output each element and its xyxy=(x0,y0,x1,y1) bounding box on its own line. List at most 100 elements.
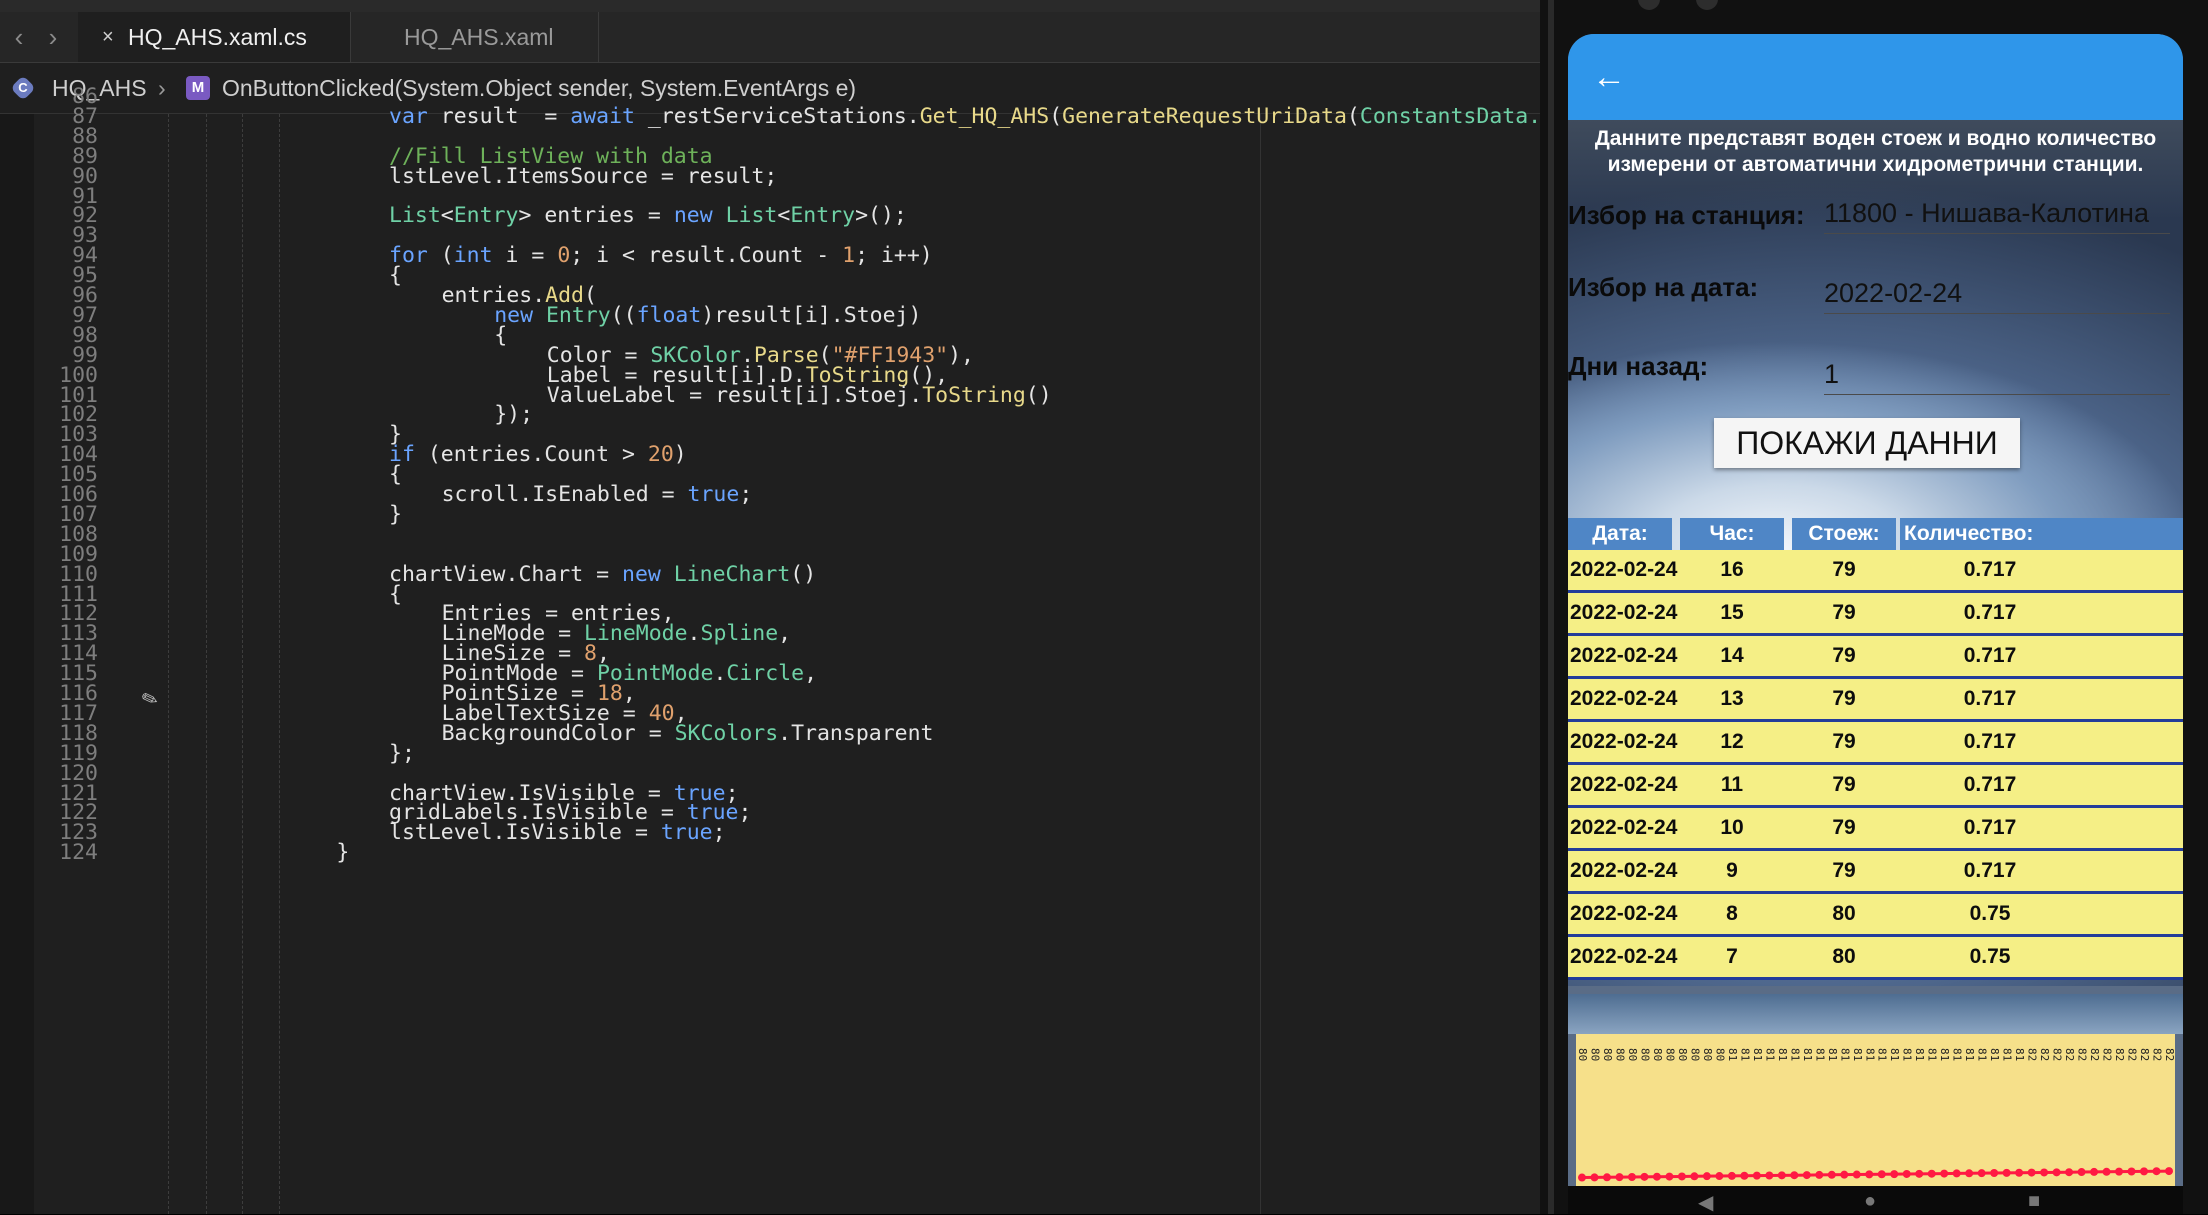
chart-point xyxy=(2040,1168,2049,1177)
table-row[interactable]: 2022-02-24 16 79 0.717 xyxy=(1568,550,2183,593)
back-arrow-icon[interactable]: ← xyxy=(1590,58,1628,96)
chart-point xyxy=(1902,1169,1911,1178)
code-line: var result = await _restServiceStations.… xyxy=(389,103,1540,129)
cell-level: 79 xyxy=(1832,730,1856,753)
chart-point-label: 80 xyxy=(1676,1048,1689,1061)
line-number: 124 xyxy=(59,840,98,866)
code-area[interactable]: 86 87 88 89 90 91 92 93 94 95 96 97 98 99 100 101 102 103… xyxy=(34,84,1540,1214)
table-row[interactable]: 2022-02-24 13 79 0.717 xyxy=(1568,679,2183,722)
indent-guide xyxy=(242,114,243,1214)
chart-point xyxy=(1715,1172,1724,1181)
cell-quantity: 0.717 xyxy=(1963,687,2017,710)
chart-point-label: 81 xyxy=(1876,1048,1889,1061)
chart-point-label: 82 xyxy=(2113,1048,2126,1061)
chart-point-label: 81 xyxy=(1726,1048,1739,1061)
chart-point-label: 82 xyxy=(2076,1048,2089,1061)
chart-point-label: 81 xyxy=(1976,1048,1989,1061)
chart-point-label: 82 xyxy=(2126,1048,2139,1061)
chart-point xyxy=(1815,1170,1824,1179)
tab-hq-ahs-xaml-cs[interactable]: × HQ_AHS.xaml.cs xyxy=(78,12,351,62)
navigation-bar: ◀ ● ■ xyxy=(1568,1186,2183,1214)
edit-pencil-icon: ✎ xyxy=(137,682,161,714)
status-bar xyxy=(1568,0,2188,34)
chart-point-label: 82 xyxy=(2038,1048,2051,1061)
table-row[interactable]: 2022-02-24 10 79 0.717 xyxy=(1568,808,2183,851)
editor-gutter xyxy=(0,114,34,1214)
chart-point-label: 82 xyxy=(2026,1048,2039,1061)
table-row[interactable]: 2022-02-24 11 79 0.717 xyxy=(1568,765,2183,808)
chart-point-label: 81 xyxy=(1951,1048,1964,1061)
chart-point xyxy=(1940,1169,1949,1178)
column-ruler xyxy=(1260,114,1261,1214)
app-screen: ← Данните представят воден стоеж и водно… xyxy=(1568,34,2183,1186)
cell-level: 79 xyxy=(1832,644,1856,667)
code-line: scroll.IsEnabled = true; xyxy=(441,482,753,507)
show-data-button[interactable]: ПОКАЖИ ДАННИ xyxy=(1714,418,2020,468)
chart-point-label: 81 xyxy=(1863,1048,1876,1061)
chart-point xyxy=(1890,1170,1899,1179)
indent-guide xyxy=(279,114,280,1214)
nav-home-icon[interactable]: ● xyxy=(1864,1190,1876,1213)
cell-date: 2022-02-24 xyxy=(1570,687,1678,710)
nav-recents-icon[interactable]: ■ xyxy=(2028,1190,2040,1213)
chart-point xyxy=(2077,1168,2086,1177)
date-picker[interactable]: 2022-02-24 xyxy=(1824,278,2170,314)
chart-point xyxy=(2115,1167,2124,1176)
chart-point xyxy=(1852,1170,1861,1179)
days-back-label: Дни назад: xyxy=(1568,351,1709,381)
code-line: chartView.Chart = new LineChart() xyxy=(389,561,817,587)
chart-point-label: 80 xyxy=(1601,1048,1614,1061)
chart-point xyxy=(1640,1172,1649,1181)
close-tab-icon[interactable]: × xyxy=(102,12,114,62)
cell-date: 2022-02-24 xyxy=(1570,730,1678,753)
breadcrumb-method[interactable]: OnButtonClicked(System.Object sender, Sy… xyxy=(222,75,856,102)
chart-point-label: 81 xyxy=(1851,1048,1864,1061)
chart-point-label: 82 xyxy=(2163,1048,2175,1061)
chart-point xyxy=(2140,1167,2149,1176)
intro-text: Данните представят воден стоеж и водно к… xyxy=(1568,126,2183,178)
chart-point-label: 80 xyxy=(1713,1048,1726,1061)
station-picker[interactable]: 11800 - Нишава-Калотина xyxy=(1824,198,2170,234)
nav-back-icon[interactable]: ◀ xyxy=(1698,1190,1713,1215)
back-arrow-icon[interactable]: ‹ xyxy=(8,24,30,50)
station-label: Избор на станция: xyxy=(1568,200,1805,230)
chart-point xyxy=(1765,1171,1774,1180)
chart-point-label: 80 xyxy=(1701,1048,1714,1061)
tab-label: HQ_AHS.xaml xyxy=(404,24,554,50)
chart-point-label: 81 xyxy=(1826,1048,1839,1061)
code-line: { xyxy=(389,462,402,488)
table-row[interactable]: 2022-02-24 8 80 0.75 xyxy=(1568,894,2183,937)
chart-point-label: 81 xyxy=(1913,1048,1926,1061)
chart-point xyxy=(2152,1167,2161,1176)
forward-arrow-icon[interactable]: › xyxy=(42,24,64,50)
cell-quantity: 0.75 xyxy=(1969,902,2011,925)
table-row[interactable]: 2022-02-24 14 79 0.717 xyxy=(1568,636,2183,679)
camera-dot-icon xyxy=(1638,0,1660,10)
table-row[interactable]: 2022-02-24 7 80 0.75 xyxy=(1568,937,2183,980)
chart-point-label: 80 xyxy=(1613,1048,1626,1061)
days-back-input[interactable]: 1 xyxy=(1824,359,2170,395)
chart-point-label: 81 xyxy=(1763,1048,1776,1061)
chart-point-label: 81 xyxy=(1988,1048,2001,1061)
chart-point xyxy=(1865,1170,1874,1179)
table-row[interactable]: 2022-02-24 9 79 0.717 xyxy=(1568,851,2183,894)
cell-quantity: 0.717 xyxy=(1963,773,2017,796)
code-line: } xyxy=(389,501,402,527)
table-row[interactable]: 2022-02-24 12 79 0.717 xyxy=(1568,722,2183,765)
chart-point xyxy=(1677,1172,1686,1181)
table-row[interactable]: 2022-02-24 15 79 0.717 xyxy=(1568,593,2183,636)
date-label: Избор на дата: xyxy=(1568,272,1759,302)
code-line: List<Entry> entries = new List<Entry>(); xyxy=(389,203,907,229)
code-line: lstLevel.ItemsSource = result; xyxy=(389,163,778,189)
chart-point-label: 80 xyxy=(1663,1048,1676,1061)
cell-level: 79 xyxy=(1832,687,1856,710)
chart-point xyxy=(1927,1169,1936,1178)
cell-quantity: 0.717 xyxy=(1963,558,2017,581)
chart-point-label: 81 xyxy=(1963,1048,1976,1061)
data-list[interactable]: 2022-02-24 16 79 0.717 2022-02-24 15 79 0.717 20… xyxy=(1568,550,2183,992)
window-top-strip xyxy=(0,0,1540,12)
chart-point xyxy=(2090,1167,2099,1176)
tab-hq-ahs-xaml[interactable]: HQ_AHS.xaml xyxy=(352,12,599,62)
line-chart-svg: 80 80 80 80 80 80 80 80 80 80 80 80 81 81 81 81 81 81 81 81… xyxy=(1576,1048,2176,1182)
chart-container: 80 80 80 80 80 80 80 80 80 80 80 80 81 81 81 81 81 81 81 81… xyxy=(1568,994,2183,1186)
